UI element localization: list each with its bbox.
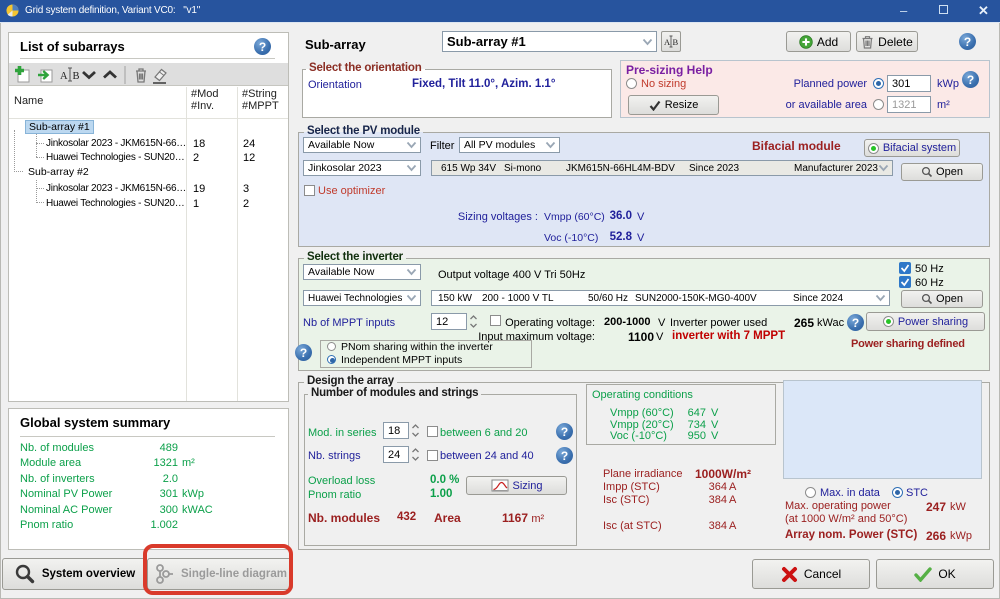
svg-text:B: B	[673, 37, 679, 47]
svg-text:A: A	[60, 71, 68, 82]
svg-text:B: B	[73, 71, 80, 82]
svg-text:A: A	[664, 37, 671, 47]
